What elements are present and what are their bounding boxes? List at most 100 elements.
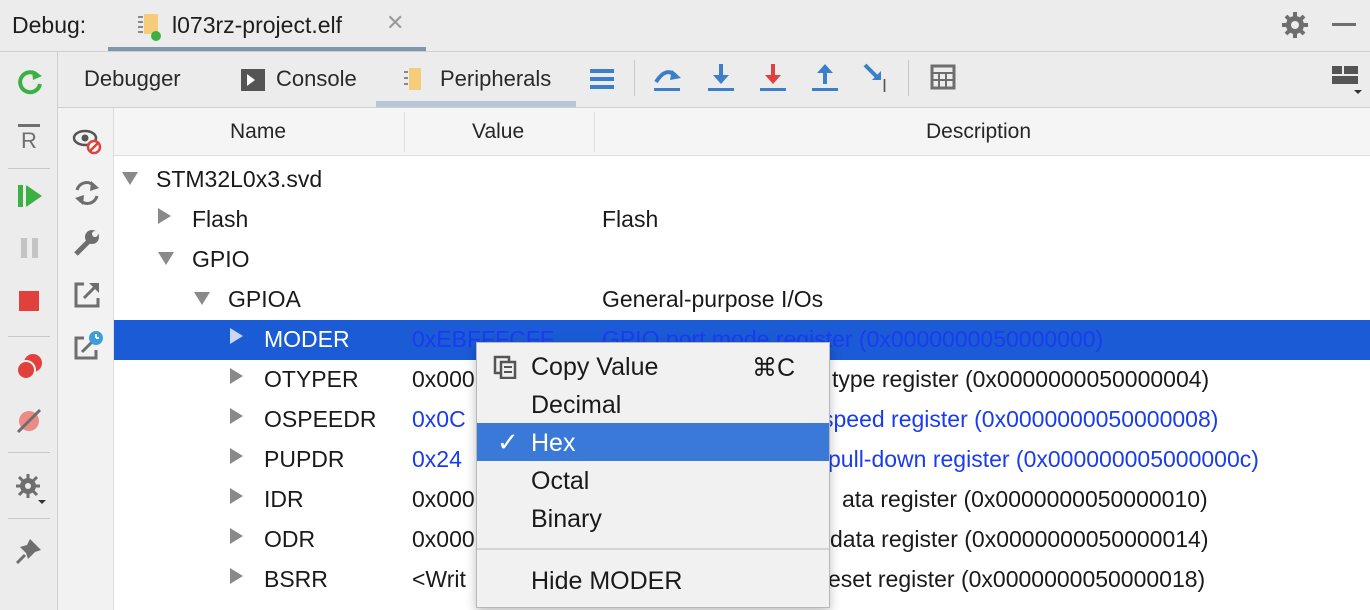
- menu-item-label: Hide MODER: [531, 567, 683, 595]
- row-description: General-purpose I/Os: [602, 286, 824, 312]
- collapse-arrow-icon[interactable]: [194, 292, 210, 305]
- resume-icon[interactable]: [16, 182, 44, 210]
- sidebar-separator: [8, 168, 50, 169]
- menu-lines-icon[interactable]: [588, 66, 616, 92]
- close-tab-icon[interactable]: ✕: [386, 10, 404, 36]
- debug-toolbar: Debug: l073rz-project.elf ✕: [0, 0, 1370, 52]
- svg-text:R: R: [21, 128, 37, 150]
- settings-dropdown-icon[interactable]: [14, 472, 48, 506]
- menu-item-label: Decimal: [531, 391, 622, 419]
- menu-item-hide-register[interactable]: Hide MODER: [477, 561, 829, 599]
- file-tab[interactable]: l073rz-project.elf ✕: [108, 0, 426, 51]
- column-header-description[interactable]: Description: [926, 120, 1031, 144]
- collapse-arrow-icon[interactable]: [122, 172, 138, 185]
- sidebar-separator: [8, 336, 50, 337]
- tab-peripherals[interactable]: Peripherals: [440, 66, 551, 92]
- expand-arrow-icon[interactable]: [230, 488, 243, 504]
- row-description: ata register (0x0000000050000010): [842, 486, 1208, 512]
- tree-row-flash[interactable]: Flash Flash: [114, 200, 1370, 240]
- column-header-name[interactable]: Name: [230, 120, 286, 144]
- menu-item-label: Binary: [531, 505, 602, 533]
- mute-breakpoints-icon[interactable]: [14, 406, 46, 436]
- expand-arrow-icon[interactable]: [230, 528, 243, 544]
- row-name: PUPDR: [264, 446, 345, 472]
- expand-arrow-icon[interactable]: [230, 448, 243, 464]
- tree-row-gpioa[interactable]: GPIOA General-purpose I/Os: [114, 280, 1370, 320]
- row-value: 0x000: [412, 526, 475, 552]
- row-description: eset register (0x0000000050000018): [828, 566, 1206, 592]
- console-icon: [241, 69, 265, 91]
- hide-watch-icon[interactable]: [72, 126, 104, 156]
- checkmark-icon: ✓: [497, 427, 519, 457]
- wrench-icon[interactable]: [72, 228, 102, 258]
- expand-arrow-icon[interactable]: [158, 208, 171, 224]
- tab-console[interactable]: Console: [276, 66, 357, 92]
- row-name: OSPEEDR: [264, 406, 377, 432]
- peripherals-side-toolbar: [58, 108, 114, 610]
- row-description: Flash: [602, 206, 659, 232]
- row-value: 0x000: [412, 486, 475, 512]
- tree-row-svd[interactable]: STM32L0x3.svd: [114, 160, 1370, 200]
- row-name: IDR: [264, 486, 304, 512]
- toolbar-separator: [634, 60, 635, 96]
- peripherals-icon: [404, 68, 421, 90]
- step-out-icon[interactable]: [810, 62, 840, 94]
- active-tab-indicator: [108, 47, 426, 51]
- rerun-icon[interactable]: [16, 68, 44, 96]
- row-name: GPIO: [192, 246, 250, 272]
- menu-item-shortcut: ⌘C: [751, 354, 795, 382]
- view-breakpoints-icon[interactable]: [14, 352, 46, 382]
- row-name: MODER: [264, 326, 350, 352]
- collapse-arrow-icon[interactable]: [158, 252, 174, 265]
- stop-icon[interactable]: [16, 288, 44, 316]
- row-description: pull-down register (0x000000005000000c): [828, 446, 1259, 472]
- tab-debugger[interactable]: Debugger: [84, 66, 181, 92]
- restore-layout-icon[interactable]: R: [16, 122, 44, 150]
- force-step-into-icon[interactable]: [758, 62, 788, 94]
- row-name: BSRR: [264, 566, 328, 592]
- menu-item-hex[interactable]: ✓ Hex: [477, 423, 829, 461]
- row-name: STM32L0x3.svd: [156, 166, 323, 192]
- step-over-icon[interactable]: [652, 62, 684, 94]
- row-name: GPIOA: [228, 286, 301, 312]
- context-menu: Copy Value ⌘C Decimal ✓ Hex Octal Binary…: [476, 342, 830, 608]
- row-value: 0x000: [412, 366, 475, 392]
- tree-row-gpio[interactable]: GPIO: [114, 240, 1370, 280]
- export-timed-icon[interactable]: [72, 330, 104, 362]
- menu-separator: [477, 548, 829, 550]
- row-name: OTYPER: [264, 366, 359, 392]
- row-value: <Writ: [412, 566, 466, 592]
- debug-subtabs-toolbar: Debugger Console Peripherals I: [58, 52, 1370, 108]
- peripherals-tab-indicator: [376, 101, 576, 107]
- column-divider[interactable]: [404, 112, 405, 152]
- run-to-cursor-icon[interactable]: I: [862, 62, 894, 94]
- minimize-icon[interactable]: [1332, 22, 1358, 28]
- expand-arrow-icon[interactable]: [230, 368, 243, 384]
- elf-file-icon: [138, 14, 161, 41]
- menu-item-octal[interactable]: Octal: [477, 461, 829, 499]
- row-value: 0x24: [412, 446, 462, 472]
- svg-text:I: I: [882, 76, 887, 94]
- column-divider[interactable]: [594, 112, 595, 152]
- expand-arrow-icon[interactable]: [230, 328, 243, 344]
- evaluate-expression-icon[interactable]: [930, 64, 958, 92]
- copy-icon: [493, 355, 517, 379]
- row-value: 0x0C: [412, 406, 466, 432]
- gear-icon[interactable]: [1280, 10, 1310, 40]
- column-header-value[interactable]: Value: [472, 120, 524, 144]
- sidebar-separator: [8, 452, 50, 453]
- menu-item-decimal[interactable]: Decimal: [477, 385, 829, 423]
- expand-arrow-icon[interactable]: [230, 568, 243, 584]
- step-into-icon[interactable]: [706, 62, 736, 94]
- menu-item-label: Octal: [531, 467, 590, 495]
- pause-icon[interactable]: [16, 234, 44, 262]
- menu-item-binary[interactable]: Binary: [477, 499, 829, 537]
- menu-item-label: Copy Value: [531, 353, 659, 381]
- row-name: Flash: [192, 206, 249, 232]
- expand-arrow-icon[interactable]: [230, 408, 243, 424]
- pin-icon[interactable]: [14, 536, 44, 566]
- menu-item-copy-value[interactable]: Copy Value ⌘C: [477, 347, 829, 385]
- layout-settings-icon[interactable]: [1330, 64, 1364, 96]
- export-icon[interactable]: [72, 280, 102, 310]
- refresh-icon[interactable]: [72, 178, 102, 208]
